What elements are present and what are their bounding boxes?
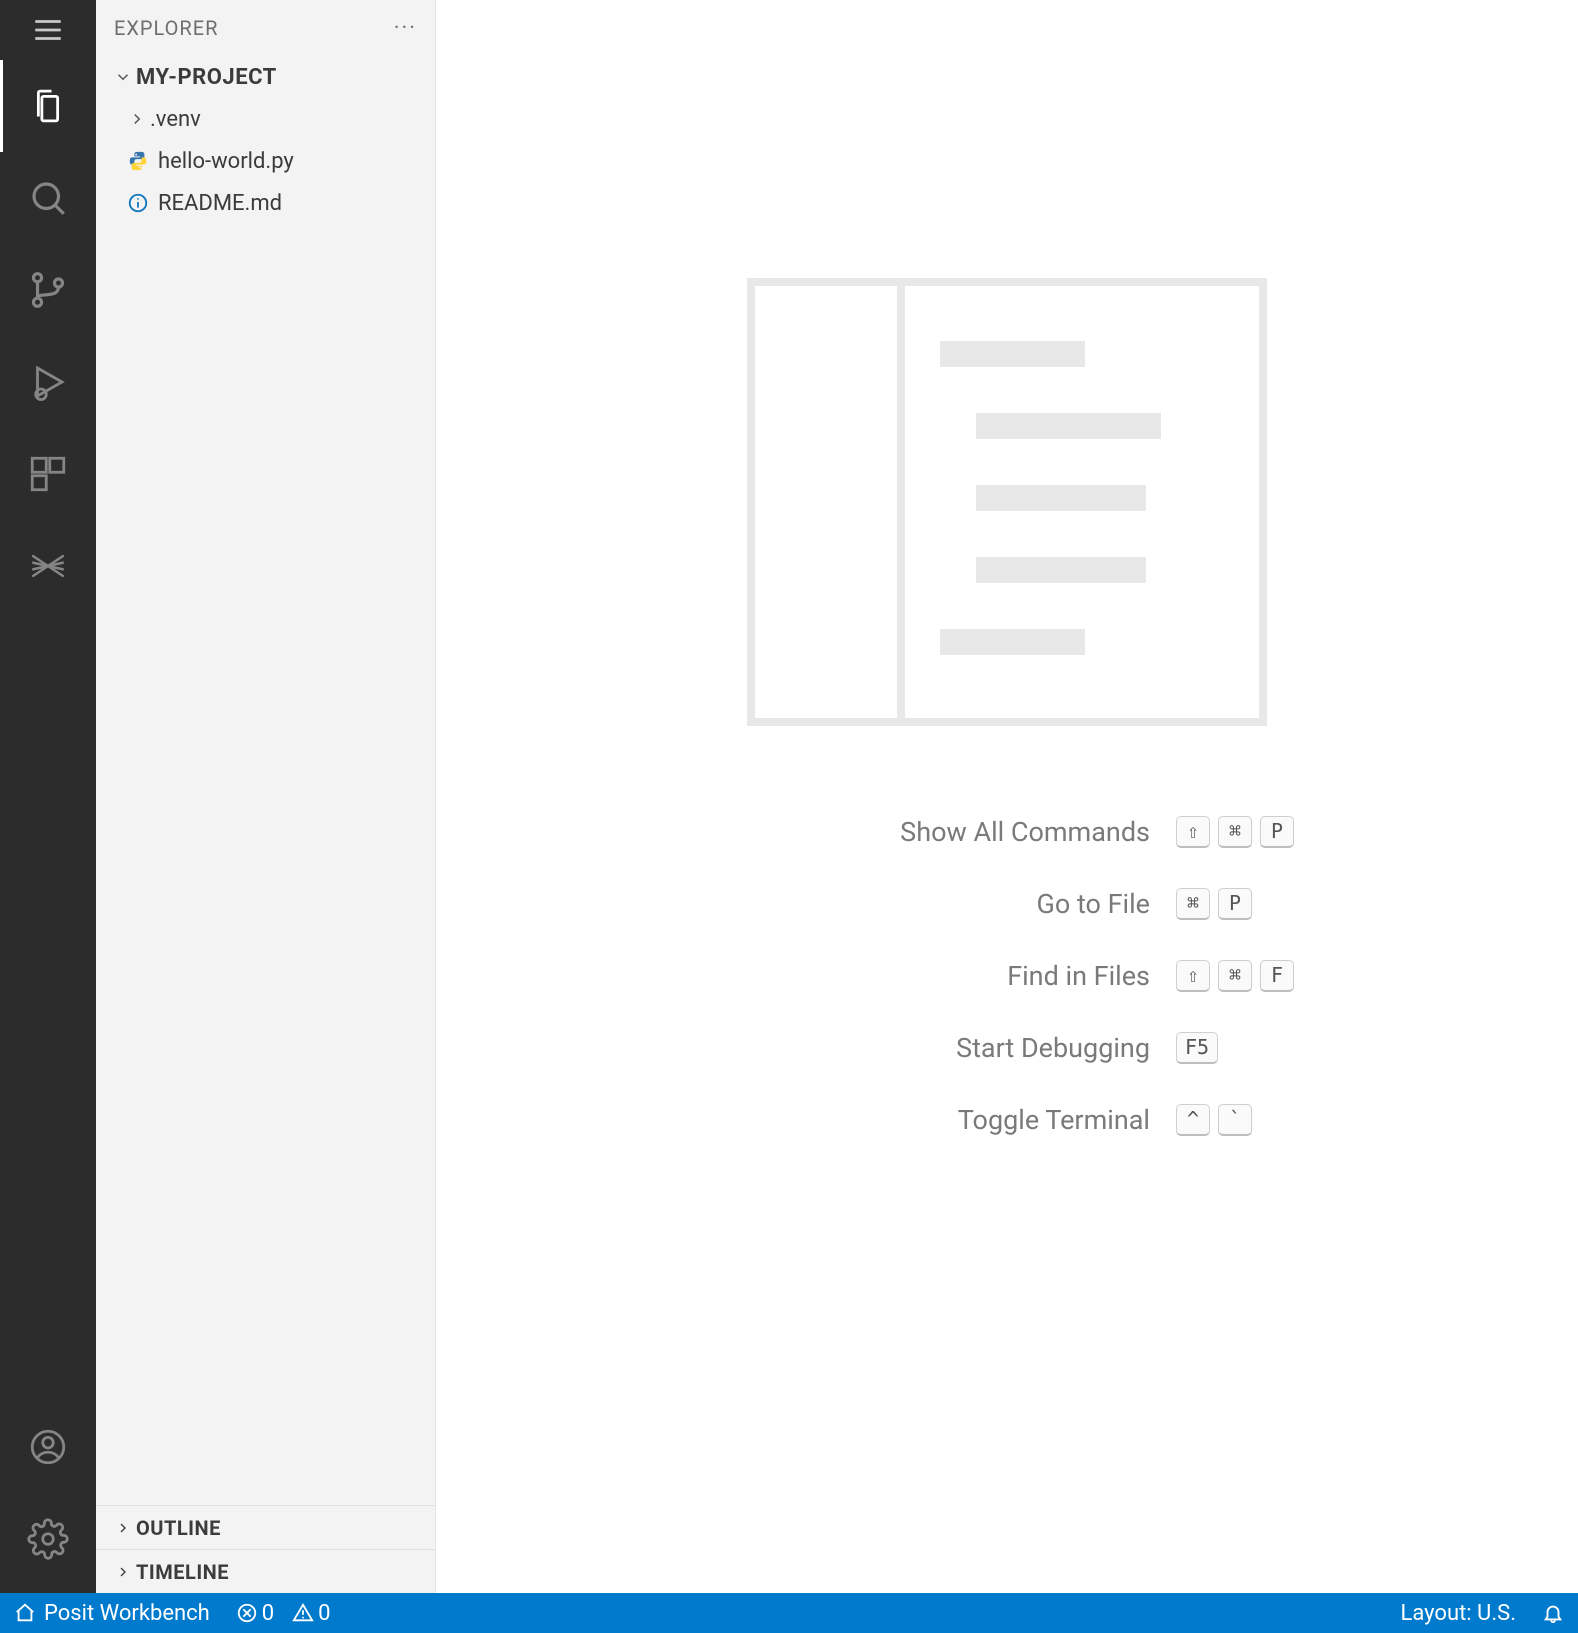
status-home[interactable]: Posit Workbench: [14, 1601, 210, 1626]
menu-icon[interactable]: [0, 0, 96, 60]
activity-run-debug[interactable]: [0, 336, 96, 428]
status-home-label: Posit Workbench: [44, 1601, 210, 1626]
bell-icon: [1542, 1602, 1564, 1624]
key: ⇧: [1176, 960, 1210, 992]
folder-venv[interactable]: .venv: [96, 98, 435, 140]
editor-empty: Show All Commands ⇧ ⌘ P Go to File ⌘ P F…: [436, 0, 1578, 1593]
section-outline[interactable]: OUTLINE: [96, 1505, 435, 1549]
status-problems[interactable]: 0 0: [236, 1601, 331, 1626]
status-warning-count: 0: [318, 1601, 330, 1626]
shortcut-label: Toggle Terminal: [720, 1104, 1150, 1136]
key: P: [1260, 816, 1294, 848]
file-hello-world[interactable]: hello-world.py: [96, 140, 435, 182]
shortcut-find-in-files[interactable]: Find in Files ⇧ ⌘ F: [720, 960, 1294, 992]
section-label: OUTLINE: [136, 1516, 221, 1540]
key: ⌘: [1218, 960, 1252, 992]
shortcut-label: Start Debugging: [720, 1032, 1150, 1064]
chevron-down-icon: [110, 68, 136, 86]
warning-icon: [292, 1602, 314, 1624]
key: P: [1218, 888, 1252, 920]
explorer-more-icon[interactable]: ···: [394, 16, 417, 41]
file-readme[interactable]: README.md: [96, 182, 435, 224]
key: ⌘: [1218, 816, 1252, 848]
activity-extensions[interactable]: [0, 428, 96, 520]
key: ⇧: [1176, 816, 1210, 848]
key: F5: [1176, 1032, 1218, 1064]
status-bar: Posit Workbench 0 0 Layout: U.S.: [0, 1593, 1578, 1633]
chevron-right-icon: [110, 1564, 136, 1580]
shortcut-list: Show All Commands ⇧ ⌘ P Go to File ⌘ P F…: [720, 816, 1294, 1136]
project-name: MY-PROJECT: [136, 65, 277, 90]
file-label: README.md: [158, 191, 282, 216]
status-layout-label: Layout: U.S.: [1401, 1601, 1517, 1626]
section-timeline[interactable]: TIMELINE: [96, 1549, 435, 1593]
chevron-right-icon: [110, 1520, 136, 1536]
shortcut-label: Go to File: [720, 888, 1150, 920]
key: ⌘: [1176, 888, 1210, 920]
file-tree: MY-PROJECT .venv hello-world.py README.m…: [96, 56, 435, 1505]
activity-source-control[interactable]: [0, 244, 96, 336]
key: F: [1260, 960, 1294, 992]
info-icon: [124, 192, 152, 214]
activity-search[interactable]: [0, 152, 96, 244]
python-icon: [124, 150, 152, 172]
file-label: hello-world.py: [158, 149, 294, 174]
folder-label: .venv: [150, 107, 201, 132]
status-notifications[interactable]: [1542, 1602, 1564, 1624]
section-label: TIMELINE: [136, 1560, 229, 1584]
activity-accounts[interactable]: [0, 1401, 96, 1493]
shortcut-label: Find in Files: [720, 960, 1150, 992]
editor-placeholder-graphic: [747, 278, 1267, 726]
shortcut-start-debugging[interactable]: Start Debugging F5: [720, 1032, 1294, 1064]
error-icon: [236, 1602, 258, 1624]
shortcut-toggle-terminal[interactable]: Toggle Terminal ^ `: [720, 1104, 1294, 1136]
shortcut-label: Show All Commands: [720, 816, 1150, 848]
activity-settings[interactable]: [0, 1493, 96, 1585]
key: `: [1218, 1104, 1252, 1136]
sidebar-explorer: EXPLORER ··· MY-PROJECT .venv hello-wo: [96, 0, 436, 1593]
status-layout[interactable]: Layout: U.S.: [1401, 1601, 1517, 1626]
explorer-title: EXPLORER: [114, 16, 394, 40]
project-root[interactable]: MY-PROJECT: [96, 56, 435, 98]
chevron-right-icon: [124, 110, 150, 128]
status-error-count: 0: [262, 1601, 274, 1626]
activity-bar: [0, 0, 96, 1593]
key: ^: [1176, 1104, 1210, 1136]
shortcut-show-commands[interactable]: Show All Commands ⇧ ⌘ P: [720, 816, 1294, 848]
shortcut-go-to-file[interactable]: Go to File ⌘ P: [720, 888, 1294, 920]
activity-explorer[interactable]: [0, 60, 96, 152]
activity-posit[interactable]: [0, 520, 96, 612]
